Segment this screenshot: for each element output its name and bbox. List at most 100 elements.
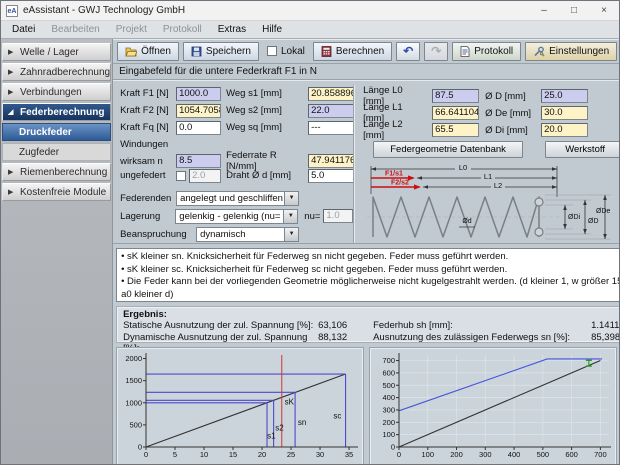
draht-d-field[interactable]: 5.0: [308, 169, 354, 183]
open-button[interactable]: Öffnen: [117, 42, 179, 61]
svg-text:400: 400: [508, 450, 521, 459]
collapsed-arrow-icon: ▶: [8, 48, 16, 56]
menu-datei[interactable]: Datei: [5, 23, 42, 36]
nu-label: nu=: [304, 211, 320, 222]
svg-text:F1/s1: F1/s1: [385, 171, 403, 178]
sidebar-item-riemenberechnung[interactable]: ▶ Riemenberechnung: [2, 163, 111, 181]
chevron-down-icon: ▼: [284, 191, 299, 206]
calculate-button[interactable]: Berechnen: [313, 42, 392, 61]
werkstoff-button[interactable]: Werkstoff: [545, 141, 620, 158]
laenge-l2-label: Länge L2 [mm]: [363, 119, 426, 141]
collapsed-arrow-icon: ▶: [8, 68, 16, 76]
result-label: Statische Ausnutzung der zul. Spannung […: [123, 320, 318, 331]
diagram-area: 051015202530350500100015002000s1s2sKsnsc…: [113, 343, 620, 465]
svg-text:1500: 1500: [125, 376, 142, 385]
sidebar-item-druckfeder[interactable]: Druckfeder: [2, 123, 111, 141]
window-title: eAssistant - GWJ Technology GmbH: [23, 5, 529, 16]
svg-text:s2: s2: [275, 424, 284, 433]
report-document-icon: [460, 46, 470, 57]
goodman-chart[interactable]: 0100200300400500600700010020030040050060…: [369, 347, 617, 465]
kraft-weg-plot[interactable]: 051015202530350500100015002000s1s2sKsnsc: [119, 350, 361, 461]
goodman-plot[interactable]: 0100200300400500600700010020030040050060…: [372, 350, 614, 461]
sidebar-item-federberechnung[interactable]: ◢ Federberechnung: [2, 103, 111, 121]
svg-text:L2: L2: [494, 181, 502, 190]
undo-arrow-icon: ↶: [403, 45, 413, 57]
svg-text:600: 600: [565, 450, 578, 459]
svg-text:15: 15: [229, 450, 237, 459]
weg-sq-field[interactable]: ---: [308, 121, 354, 135]
weg-s2-label: Weg s2 [mm]: [226, 105, 303, 116]
wirksam-n-field[interactable]: 8.5: [176, 154, 221, 168]
sidebar-item-zugfeder[interactable]: Zugfeder: [2, 143, 111, 161]
durchmesser-de-field[interactable]: 30.0: [541, 106, 588, 120]
durchmesser-d-field[interactable]: 25.0: [541, 89, 588, 103]
kraft-fq-field[interactable]: 0.0: [176, 121, 221, 135]
minimize-button[interactable]: –: [529, 1, 559, 21]
close-button[interactable]: ×: [589, 1, 619, 21]
sidebar-item-zahnradberechnung[interactable]: ▶ Zahnradberechnung: [2, 63, 111, 81]
ungefedert-checkbox[interactable]: [176, 171, 186, 181]
nu-field[interactable]: 1.0: [323, 209, 353, 223]
warning-line: sK kleiner sc. Knicksicherheit für Feder…: [121, 264, 620, 277]
svg-text:sc: sc: [334, 412, 342, 421]
svg-text:300: 300: [479, 450, 492, 459]
durchmesser-di-field[interactable]: 20.0: [541, 123, 588, 137]
warning-line: Die Feder kann bei der vorliegenden Geom…: [121, 276, 620, 301]
federrate-field[interactable]: 47.941176: [308, 154, 354, 168]
undo-button[interactable]: ↶: [396, 42, 420, 61]
svg-text:700: 700: [594, 450, 607, 459]
svg-text:100: 100: [422, 450, 435, 459]
beanspruchung-label: Beanspruchung: [120, 229, 196, 240]
tools-icon: [533, 46, 545, 57]
durchmesser-d-label: Ø D [mm]: [485, 91, 535, 102]
svg-text:0: 0: [397, 450, 401, 459]
federgeometrie-datenbank-button[interactable]: Federgeometrie Datenbank: [373, 141, 523, 158]
chevron-down-icon: ▼: [283, 209, 298, 224]
collapsed-arrow-icon: ▶: [8, 88, 16, 96]
sidebar-item-verbindungen[interactable]: ▶ Verbindungen: [2, 83, 111, 101]
sidebar-item-kostenfreie-module[interactable]: ▶ Kostenfreie Module: [2, 183, 111, 201]
settings-button[interactable]: Einstellungen: [525, 42, 617, 61]
ungefedert-field[interactable]: 2.0: [189, 169, 221, 183]
collapsed-arrow-icon: ▶: [8, 188, 16, 196]
svg-text:0: 0: [144, 450, 148, 459]
save-button[interactable]: Speichern: [183, 42, 259, 61]
draht-d-label: Draht Ø d [mm]: [226, 170, 303, 181]
module-sidebar: ▶ Welle / Lager ▶ Zahnradberechnung ▶ Ve…: [1, 39, 113, 465]
warning-line: sK kleiner sn. Knicksicherheit für Feder…: [121, 251, 620, 264]
weg-s1-field[interactable]: 20.858896: [308, 87, 354, 101]
kraft-f1-label: Kraft F1 [N]: [120, 88, 171, 99]
kraft-f1-field[interactable]: 1000.0: [176, 87, 221, 101]
menu-extras[interactable]: Extras: [211, 23, 253, 36]
svg-text:200: 200: [450, 450, 463, 459]
results-panel: Ergebnis: Statische Ausnutzung der zul. …: [116, 306, 620, 343]
lagerung-select[interactable]: gelenkig - gelenkig (nu= 1) ▼: [175, 209, 298, 224]
laenge-l2-field[interactable]: 65.5: [432, 123, 479, 137]
svg-text:ØDe: ØDe: [596, 208, 611, 215]
lokal-checkbox[interactable]: [267, 46, 277, 56]
sidebar-item-welle-lager[interactable]: ▶ Welle / Lager: [2, 43, 111, 61]
durchmesser-di-label: Ø Di [mm]: [485, 125, 535, 136]
beanspruchung-select[interactable]: dynamisch ▼: [196, 227, 299, 242]
redo-button[interactable]: ↷: [424, 42, 448, 61]
laenge-l0-field[interactable]: 87.5: [432, 89, 479, 103]
menu-protokoll: Protokoll: [156, 23, 209, 36]
maximize-button[interactable]: □: [559, 1, 589, 21]
kraft-weg-chart[interactable]: 051015202530350500100015002000s1s2sKsnsc…: [116, 347, 364, 465]
menu-bearbeiten: Bearbeiten: [44, 23, 106, 36]
wirksam-n-label: wirksam n: [120, 156, 171, 167]
warning-message-box: sK kleiner sn. Knicksicherheit für Feder…: [116, 248, 620, 302]
kraft-f2-field[interactable]: 1054.70588: [176, 104, 221, 118]
svg-text:200: 200: [383, 418, 396, 427]
svg-text:500: 500: [383, 381, 396, 390]
weg-s2-field[interactable]: 22.0: [308, 104, 354, 118]
protokoll-button[interactable]: Protokoll: [452, 42, 521, 61]
federenden-select[interactable]: angelegt und geschliffen ▼: [176, 191, 299, 206]
svg-text:30: 30: [316, 450, 324, 459]
svg-text:0: 0: [391, 443, 395, 452]
laenge-l1-field[interactable]: 66.641104: [432, 106, 479, 120]
svg-text:35: 35: [345, 450, 353, 459]
menu-hilfe[interactable]: Hilfe: [255, 23, 289, 36]
svg-text:100: 100: [383, 430, 396, 439]
spring-dimension-diagram: L0 F1/s1 L1 F2/s2: [363, 161, 615, 247]
